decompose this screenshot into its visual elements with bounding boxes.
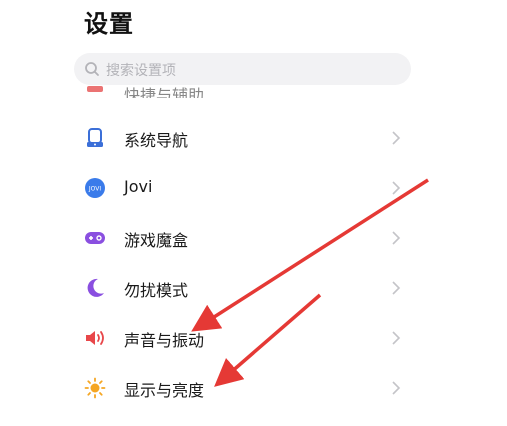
jovi-icon: JOVI bbox=[85, 178, 105, 198]
chevron-right-icon bbox=[392, 381, 401, 395]
speaker-icon bbox=[86, 331, 104, 345]
list-item-jovi[interactable]: JOVI Jovi bbox=[0, 163, 507, 213]
sun-icon bbox=[84, 377, 106, 399]
list-item-label: 勿扰模式 bbox=[124, 281, 189, 300]
navigation-icon bbox=[87, 128, 103, 147]
moon-icon bbox=[87, 278, 104, 297]
partial-list-item-label: 快捷与辅助 bbox=[124, 86, 205, 98]
chevron-right-icon bbox=[392, 281, 401, 295]
list-item-game-box[interactable]: 游戏魔盒 bbox=[0, 213, 507, 263]
jovi-icon-text: JOVI bbox=[88, 186, 101, 193]
gamepad-icon bbox=[85, 232, 105, 244]
accessibility-icon bbox=[87, 86, 103, 92]
chevron-right-icon bbox=[392, 331, 401, 345]
list-item-label: Jovi bbox=[124, 177, 153, 196]
page-title: 设置 bbox=[84, 10, 134, 38]
search-input[interactable]: 搜索设置项 bbox=[106, 60, 176, 80]
chevron-right-icon bbox=[392, 181, 401, 195]
list-item-sound-vibration[interactable]: 声音与振动 bbox=[0, 313, 507, 363]
list-item-display-brightness[interactable]: 显示与亮度 bbox=[0, 363, 507, 413]
partial-list-item[interactable]: 快捷与辅助 bbox=[84, 80, 424, 98]
chevron-right-icon bbox=[392, 231, 401, 245]
list-item-label: 显示与亮度 bbox=[124, 381, 205, 400]
search-icon bbox=[85, 62, 99, 76]
chevron-right-icon bbox=[392, 131, 401, 145]
list-item-label: 游戏魔盒 bbox=[124, 231, 189, 250]
list-item-system-navigation[interactable]: 系统导航 bbox=[0, 113, 507, 163]
list-item-label: 声音与振动 bbox=[124, 331, 205, 350]
list-item-label: 系统导航 bbox=[124, 131, 189, 150]
list-item-do-not-disturb[interactable]: 勿扰模式 bbox=[0, 263, 507, 313]
